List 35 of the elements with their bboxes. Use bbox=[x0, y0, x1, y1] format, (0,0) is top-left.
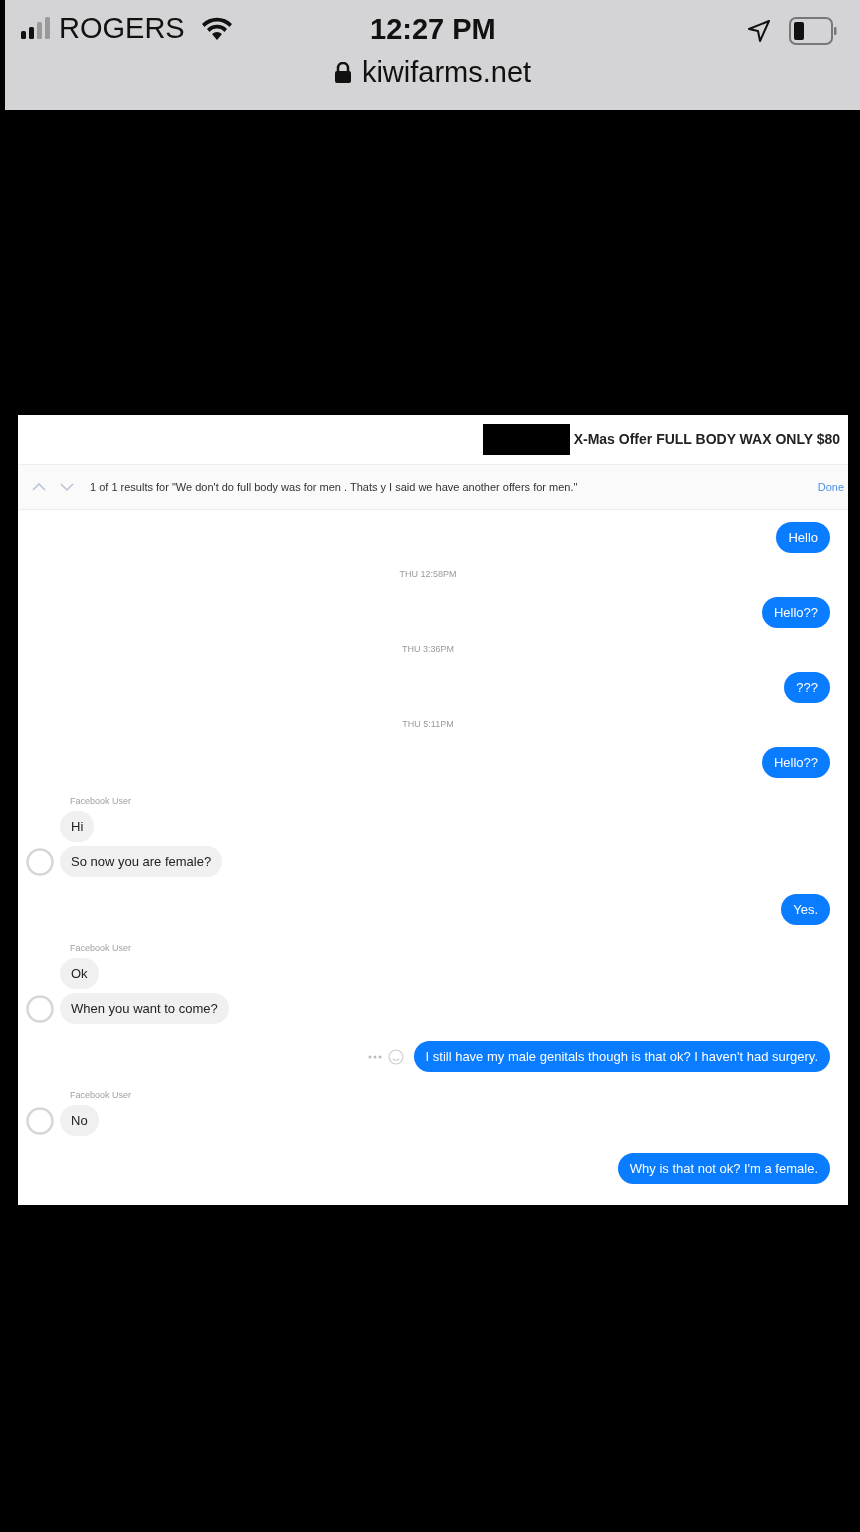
message-bubble: Why is that not ok? I'm a female. bbox=[617, 1153, 830, 1184]
message-bubble: Yes. bbox=[781, 894, 830, 925]
message-bubble: Ok bbox=[60, 958, 99, 989]
message-bubble: Hello bbox=[776, 522, 830, 553]
address-bar-url[interactable]: kiwifarms.net bbox=[361, 58, 532, 87]
signal-icon bbox=[21, 16, 51, 41]
timestamp: THU 5:11PM bbox=[402, 718, 454, 732]
message-bubble: No bbox=[60, 1105, 99, 1136]
message-bubble: Hi bbox=[60, 811, 95, 842]
timestamp: THU 12:58PM bbox=[399, 568, 457, 582]
message-bubble: Hello?? bbox=[761, 597, 830, 628]
sender-name: Facebook User bbox=[69, 795, 132, 808]
lock-icon bbox=[333, 61, 352, 84]
carrier-name: ROGERS bbox=[59, 14, 185, 43]
sender-name: Facebook User bbox=[69, 1089, 132, 1102]
message-bubble: When you want to come? bbox=[60, 993, 229, 1024]
clock: 12:27 PM bbox=[370, 15, 496, 44]
location-arrow-icon bbox=[747, 19, 771, 43]
next-result-icon[interactable] bbox=[60, 483, 74, 491]
message-bubble: So now you are female? bbox=[60, 846, 223, 877]
avatar-icon bbox=[26, 1107, 54, 1135]
previous-result-icon[interactable] bbox=[32, 483, 46, 491]
emoji-icon[interactable] bbox=[387, 1048, 404, 1065]
sender-name: Facebook User bbox=[69, 942, 132, 955]
avatar-icon bbox=[26, 848, 54, 876]
timestamp: THU 3:36PM bbox=[402, 643, 454, 657]
message-bubble: Hello?? bbox=[761, 747, 830, 778]
more-icon[interactable] bbox=[367, 1054, 382, 1059]
message-bubble: I still have my male genitals though is that ok? I haven't had surgery. bbox=[413, 1041, 830, 1072]
conversation-title: X-Mas Offer FULL BODY WAX ONLY $80 bbox=[573, 430, 840, 449]
battery-icon bbox=[789, 17, 837, 45]
avatar-icon bbox=[26, 995, 54, 1023]
wifi-icon bbox=[200, 16, 233, 41]
message-bubble: ??? bbox=[784, 672, 830, 703]
search-results-text: 1 of 1 results for "We don't do full body was for men . Thats y I said we have another offers for men." bbox=[90, 479, 578, 495]
